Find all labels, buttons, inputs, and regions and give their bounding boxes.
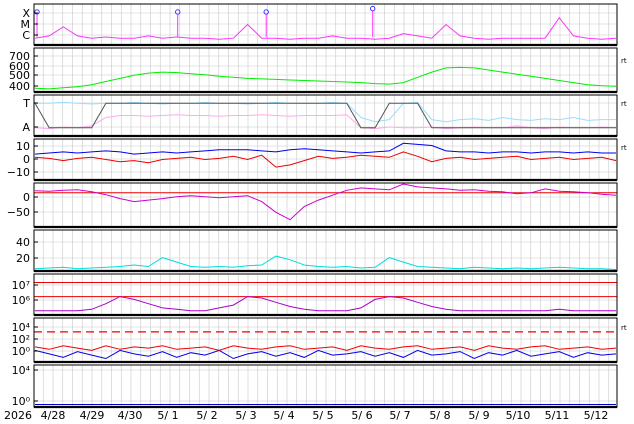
date-label: 5/ 4 [273,409,294,422]
proton-series-0 [35,296,616,312]
event-marker [34,9,40,15]
date-label: 5/ 3 [235,409,256,422]
imf-ytick-label: −10 [7,166,30,179]
date-label: 5/12 [584,409,609,422]
proton-ytick-label: 10⁷ [12,279,30,292]
event-marker [175,9,181,15]
speed-series-0 [34,66,617,90]
event-marker [370,5,376,12]
date-label: 5/ 7 [389,409,410,422]
dst-ytick-label: 0 [23,191,30,204]
electron-right-tag: rt [621,324,627,332]
flux-ytick-label: 10⁰ [12,395,31,408]
space-weather-figure: XMC700600500400rtTArt100−10rt0−50402010⁷… [4,3,627,422]
electron-ytick-label: 10⁰ [12,345,31,358]
electron-series-1 [34,345,617,351]
axis-labels: XMC700600500400rtTArt100−10rt0−50402010⁷… [7,7,627,422]
date-label: 5/11 [545,409,570,422]
imf-ytick-label: 10 [16,140,30,153]
date-label: 5/ 1 [157,409,178,422]
date-label: 5/10 [506,409,531,422]
polarity-series-1 [34,114,617,130]
date-label: 5/ 2 [196,409,217,422]
speed-right-tag: rt [621,57,627,65]
polarity-ytick-label: A [22,121,30,134]
date-label: 5/ 6 [351,409,372,422]
flux-ytick-label: 10⁴ [12,364,31,377]
date-label: 4/29 [80,409,105,422]
dst-ytick-label: −50 [7,206,30,219]
electron-series-0 [34,349,617,360]
date-label: 5/ 5 [312,409,333,422]
kp-ytick-label: 40 [16,236,30,249]
speed-ytick-label: 400 [9,80,30,93]
polarity-series-0 [35,101,616,123]
imf-ytick-label: 0 [23,153,30,166]
proton-ytick-label: 10⁶ [12,294,31,307]
imf-series-1 [34,151,617,168]
date-label: 5/ 8 [429,409,450,422]
events-series-0 [34,16,617,40]
date-label: 4/28 [41,409,66,422]
polarity-right-tag: rt [621,100,627,108]
grid-lines [34,4,617,407]
date-label: 5/ 9 [468,409,489,422]
imf-right-tag: rt [621,144,627,152]
date-label: 4/30 [118,409,143,422]
events-ytick-label: C [22,29,30,42]
kp-ytick-label: 20 [16,252,30,265]
dst-series-0 [34,183,617,221]
year-label: 2026 [4,409,32,422]
imf-series-0 [34,142,616,155]
polarity-ytick-label: T [22,97,30,110]
